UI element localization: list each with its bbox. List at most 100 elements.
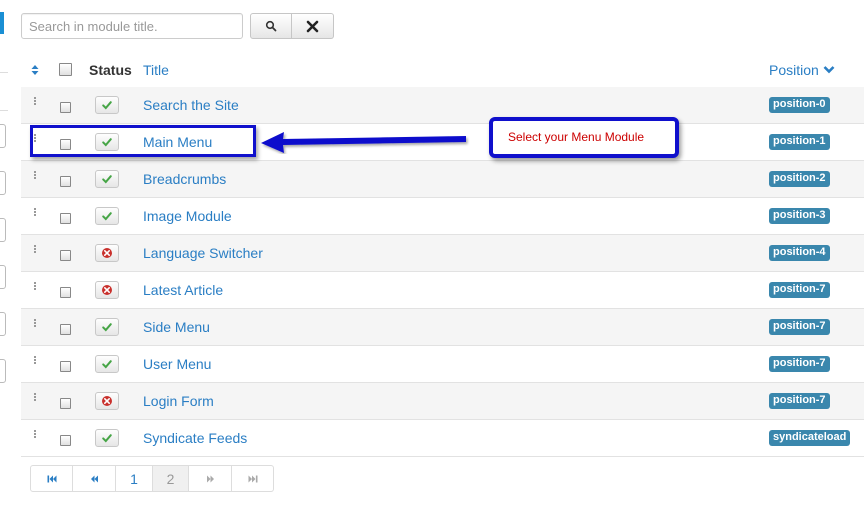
row-checkbox[interactable] — [60, 323, 71, 335]
title-cell: Login Form — [143, 383, 214, 419]
sidebar-filter-select[interactable] — [0, 124, 6, 148]
status-unpublished-button[interactable] — [95, 392, 119, 410]
module-title-link[interactable]: Syndicate Feeds — [143, 430, 247, 446]
drag-handle[interactable] — [33, 87, 37, 123]
search-input[interactable] — [21, 13, 243, 39]
clear-search-button[interactable] — [292, 13, 334, 39]
sidebar-edge-divider — [0, 72, 8, 73]
module-title-link[interactable]: Language Switcher — [143, 245, 263, 261]
position-cell: position-1 — [769, 124, 830, 160]
module-title-link[interactable]: Login Form — [143, 393, 214, 409]
pagination: 1 2 — [30, 465, 274, 492]
row-checkbox[interactable] — [60, 286, 71, 298]
drag-handle-icon — [33, 430, 37, 438]
status-header[interactable]: Status — [89, 52, 132, 87]
sidebar-filter-select[interactable] — [0, 359, 6, 383]
drag-handle[interactable] — [33, 161, 37, 197]
page-button-1[interactable]: 1 — [116, 465, 153, 492]
module-title-link[interactable]: User Menu — [143, 356, 211, 372]
drag-handle[interactable] — [33, 420, 37, 456]
drag-handle-icon — [33, 282, 37, 290]
drag-handle[interactable] — [33, 235, 37, 271]
position-badge: position-3 — [769, 208, 830, 224]
check-icon — [102, 323, 112, 332]
position-badge: position-7 — [769, 356, 830, 372]
sidebar-edge-divider — [0, 110, 8, 111]
row-checkbox[interactable] — [60, 249, 71, 261]
position-header[interactable]: Position — [769, 52, 835, 87]
title-cell: Breadcrumbs — [143, 161, 226, 197]
last-page-button[interactable] — [232, 465, 274, 492]
status-cell — [95, 420, 119, 456]
search-icon — [265, 20, 277, 32]
drag-handle[interactable] — [33, 346, 37, 382]
drag-handle[interactable] — [33, 198, 37, 234]
status-cell — [95, 87, 119, 123]
chevron-down-icon — [823, 66, 835, 74]
position-badge: position-7 — [769, 282, 830, 298]
ordering-header[interactable] — [31, 52, 39, 87]
module-title-link[interactable]: Side Menu — [143, 319, 210, 335]
status-published-button[interactable] — [95, 429, 119, 447]
title-cell: Latest Article — [143, 272, 223, 308]
sidebar-edge-tab — [0, 12, 4, 34]
sidebar-filter-select[interactable] — [0, 265, 6, 289]
module-title-link[interactable]: Latest Article — [143, 282, 223, 298]
sidebar-filter-select[interactable] — [0, 312, 6, 336]
position-header-label[interactable]: Position — [769, 62, 819, 78]
table-row: Language Switcher position-4 — [21, 235, 864, 272]
drag-handle-icon — [33, 171, 37, 179]
module-title-link[interactable]: Image Module — [143, 208, 232, 224]
status-unpublished-button[interactable] — [95, 244, 119, 262]
row-checkbox-cell — [60, 161, 71, 197]
row-checkbox[interactable] — [60, 360, 71, 372]
title-header-label[interactable]: Title — [143, 62, 169, 78]
status-published-button[interactable] — [95, 355, 119, 373]
status-published-button[interactable] — [95, 96, 119, 114]
table-row: Latest Article position-7 — [21, 272, 864, 309]
drag-handle[interactable] — [33, 309, 37, 345]
title-header[interactable]: Title — [143, 52, 169, 87]
position-cell: syndicateload — [769, 420, 851, 456]
position-badge: position-0 — [769, 97, 830, 113]
position-cell: position-7 — [769, 272, 830, 308]
sidebar-filter-select[interactable] — [0, 171, 6, 195]
row-checkbox[interactable] — [60, 397, 71, 409]
row-checkbox-cell — [60, 383, 71, 419]
first-page-button[interactable] — [30, 465, 73, 492]
position-cell: position-3 — [769, 198, 830, 234]
row-checkbox-cell — [60, 272, 71, 308]
highlight-box — [30, 125, 256, 157]
row-checkbox[interactable] — [60, 175, 71, 187]
select-all-checkbox[interactable] — [59, 63, 72, 76]
title-cell: Image Module — [143, 198, 232, 234]
status-published-button[interactable] — [95, 207, 119, 225]
position-badge: position-7 — [769, 319, 830, 335]
select-all-checkbox-cell — [59, 52, 72, 87]
page-number: 2 — [166, 470, 175, 487]
table-row: Breadcrumbs position-2 — [21, 161, 864, 198]
previous-page-button[interactable] — [73, 465, 116, 492]
row-checkbox[interactable] — [60, 434, 71, 446]
module-title-link[interactable]: Breadcrumbs — [143, 171, 226, 187]
drag-handle[interactable] — [33, 383, 37, 419]
row-checkbox-cell — [60, 87, 71, 123]
sort-icon — [31, 64, 39, 75]
row-checkbox-cell — [60, 346, 71, 382]
status-published-button[interactable] — [95, 318, 119, 336]
drag-handle-icon — [33, 319, 37, 327]
status-cell — [95, 161, 119, 197]
drag-handle[interactable] — [33, 272, 37, 308]
status-unpublished-button[interactable] — [95, 281, 119, 299]
page-button-2-current: 2 — [153, 465, 189, 492]
position-cell: position-0 — [769, 87, 830, 123]
next-page-button[interactable] — [189, 465, 232, 492]
row-checkbox[interactable] — [60, 101, 71, 113]
row-checkbox[interactable] — [60, 212, 71, 224]
search-button[interactable] — [250, 13, 292, 39]
row-checkbox-cell — [60, 235, 71, 271]
status-published-button[interactable] — [95, 170, 119, 188]
sidebar-filter-select[interactable] — [0, 218, 6, 242]
title-cell: User Menu — [143, 346, 211, 382]
module-title-link[interactable]: Search the Site — [143, 97, 239, 113]
